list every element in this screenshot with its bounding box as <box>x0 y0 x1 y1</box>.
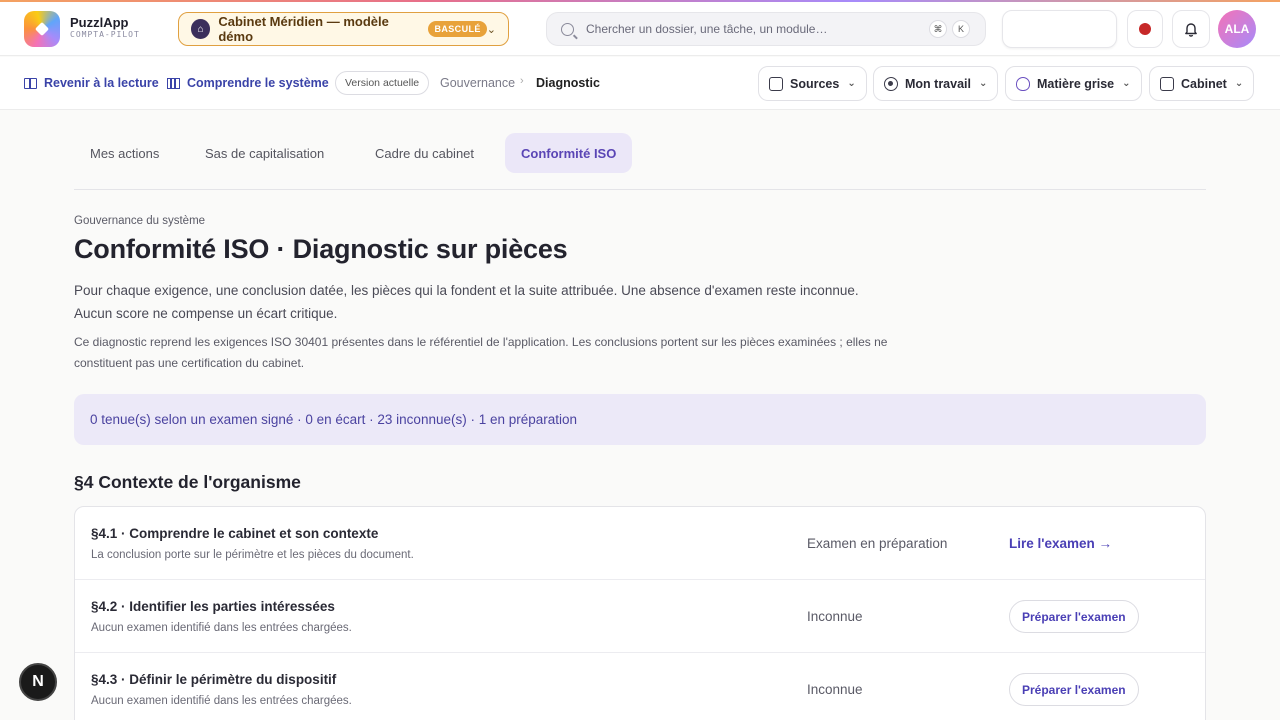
record-icon <box>1139 23 1151 35</box>
requirement-status: Examen en préparation <box>807 536 948 551</box>
tab-iso-compliance[interactable]: Conformité ISO <box>505 133 633 173</box>
chevron-down-icon: ⌄ <box>979 78 988 89</box>
my-work-menu-label: Mon travail <box>905 76 971 91</box>
lead-line-1: Pour chaque exigence, une conclusion dat… <box>74 283 859 298</box>
book-icon <box>24 77 37 89</box>
top-bar: PuzzlApp COMPTA-PILOT ⌂ Cabinet Méridien… <box>0 2 1280 56</box>
grey-matter-menu[interactable]: Matière grise ⌄ <box>1005 66 1142 101</box>
avatar[interactable]: ALA <box>1218 10 1256 48</box>
page-note: Ce diagnostic reprend les exigences ISO … <box>74 335 888 370</box>
version-chip[interactable]: Version actuelle <box>335 71 430 95</box>
requirement-title: §4.2 · Identifier les parties intéressée… <box>91 599 335 614</box>
cabinet-name: Cabinet Méridien — modèle démo <box>218 14 389 44</box>
search-bar[interactable]: Chercher un dossier, une tâche, un modul… <box>546 12 986 46</box>
cabinet-switcher[interactable]: ⌂ Cabinet Méridien — modèle démo BASCULÉ… <box>178 12 509 46</box>
tab-bar: Mes actions Sas de capitalisation Cadre … <box>74 133 1206 190</box>
read-review-link[interactable]: Lire l'examen → <box>1009 536 1112 551</box>
page-eyebrow: Gouvernance du système <box>74 215 206 227</box>
grey-matter-menu-label: Matière grise <box>1037 76 1115 91</box>
my-work-menu[interactable]: Mon travail ⌄ <box>873 66 999 101</box>
cabinet-menu-label: Cabinet <box>1181 76 1227 91</box>
lead-line-2: Aucun score ne compense un écart critiqu… <box>74 306 338 321</box>
sources-menu[interactable]: Sources ⌄ <box>758 66 867 101</box>
page-lead: Pour chaque exigence, une conclusion dat… <box>74 279 924 325</box>
table-row: §4.1 · Comprendre le cabinet et son cont… <box>75 507 1205 580</box>
requirement-status: Inconnue <box>807 609 863 624</box>
back-to-reading-link[interactable]: Revenir à la lecture <box>24 76 159 90</box>
tab-capitalisation[interactable]: Sas de capitalisation <box>189 133 340 173</box>
cabinet-badge: BASCULÉ <box>428 21 487 37</box>
sources-menu-label: Sources <box>790 76 840 91</box>
section-title: §4 Contexte de l'organisme <box>74 472 301 492</box>
requirement-title: §4.3 · Définir le périmètre du dispositi… <box>91 672 337 687</box>
navigation-bar: Revenir à la lecture Comprendre le systè… <box>0 57 1280 110</box>
breadcrumb-current: Diagnostic <box>536 76 600 90</box>
brand-name: PuzzlApp <box>70 15 129 30</box>
page-title: Conformité ISO · Diagnostic sur pièces <box>74 234 568 264</box>
dev-tools-badge[interactable]: N <box>19 663 57 701</box>
brain-icon <box>1016 76 1030 91</box>
inbox-icon <box>769 76 783 91</box>
building-icon <box>1160 76 1174 91</box>
back-to-reading-label: Revenir à la lecture <box>44 76 159 90</box>
chevron-down-icon: ⌄ <box>1234 78 1244 89</box>
requirement-status: Inconnue <box>807 682 863 697</box>
bell-icon <box>1185 23 1197 37</box>
prepare-review-button[interactable]: Préparer l'examen <box>1009 673 1139 706</box>
tab-cabinet-framework[interactable]: Cadre du cabinet <box>359 133 490 173</box>
requirement-desc: Aucun examen identifié dans les entrées … <box>91 622 352 634</box>
table-row: §4.2 · Identifier les parties intéressée… <box>75 580 1205 653</box>
understand-system-label: Comprendre le système <box>187 76 329 90</box>
bank-icon: ⌂ <box>191 19 211 39</box>
cabinet-menu[interactable]: Cabinet ⌄ <box>1149 66 1255 101</box>
kbd-modifier: ⌘ <box>929 20 947 38</box>
brand-subtitle: COMPTA-PILOT <box>70 30 140 39</box>
tab-my-actions[interactable]: Mes actions <box>74 133 175 173</box>
chevron-right-icon: › <box>520 75 524 87</box>
blank-toolbar-button[interactable] <box>1002 10 1117 48</box>
search-icon <box>561 22 574 36</box>
requirement-title: §4.1 · Comprendre le cabinet et son cont… <box>91 526 379 541</box>
chevron-down-icon: ⌄ <box>847 78 856 89</box>
understand-system-link[interactable]: Comprendre le système <box>167 76 329 90</box>
chevron-down-icon: ⌄ <box>1122 78 1131 89</box>
requirement-desc: La conclusion porte sur le périmètre et … <box>91 549 414 561</box>
table-row: §4.3 · Définir le périmètre du dispositi… <box>75 653 1205 720</box>
record-button[interactable] <box>1127 10 1163 48</box>
breadcrumb-governance[interactable]: Gouvernance <box>440 76 515 90</box>
prepare-review-button[interactable]: Préparer l'examen <box>1009 600 1139 633</box>
status-summary: 0 tenue(s) selon un examen signé · 0 en … <box>74 394 1206 445</box>
map-icon <box>167 77 180 89</box>
target-icon <box>884 76 898 91</box>
requirement-desc: Aucun examen identifié dans les entrées … <box>91 695 352 707</box>
search-input[interactable]: Chercher un dossier, une tâche, un modul… <box>586 22 827 36</box>
notifications-button[interactable] <box>1172 10 1210 48</box>
requirements-list: §4.1 · Comprendre le cabinet et son cont… <box>74 506 1206 720</box>
kbd-key: K <box>952 20 970 38</box>
chevron-down-icon: ⌄ <box>486 23 496 36</box>
app-logo-icon[interactable] <box>24 11 60 47</box>
